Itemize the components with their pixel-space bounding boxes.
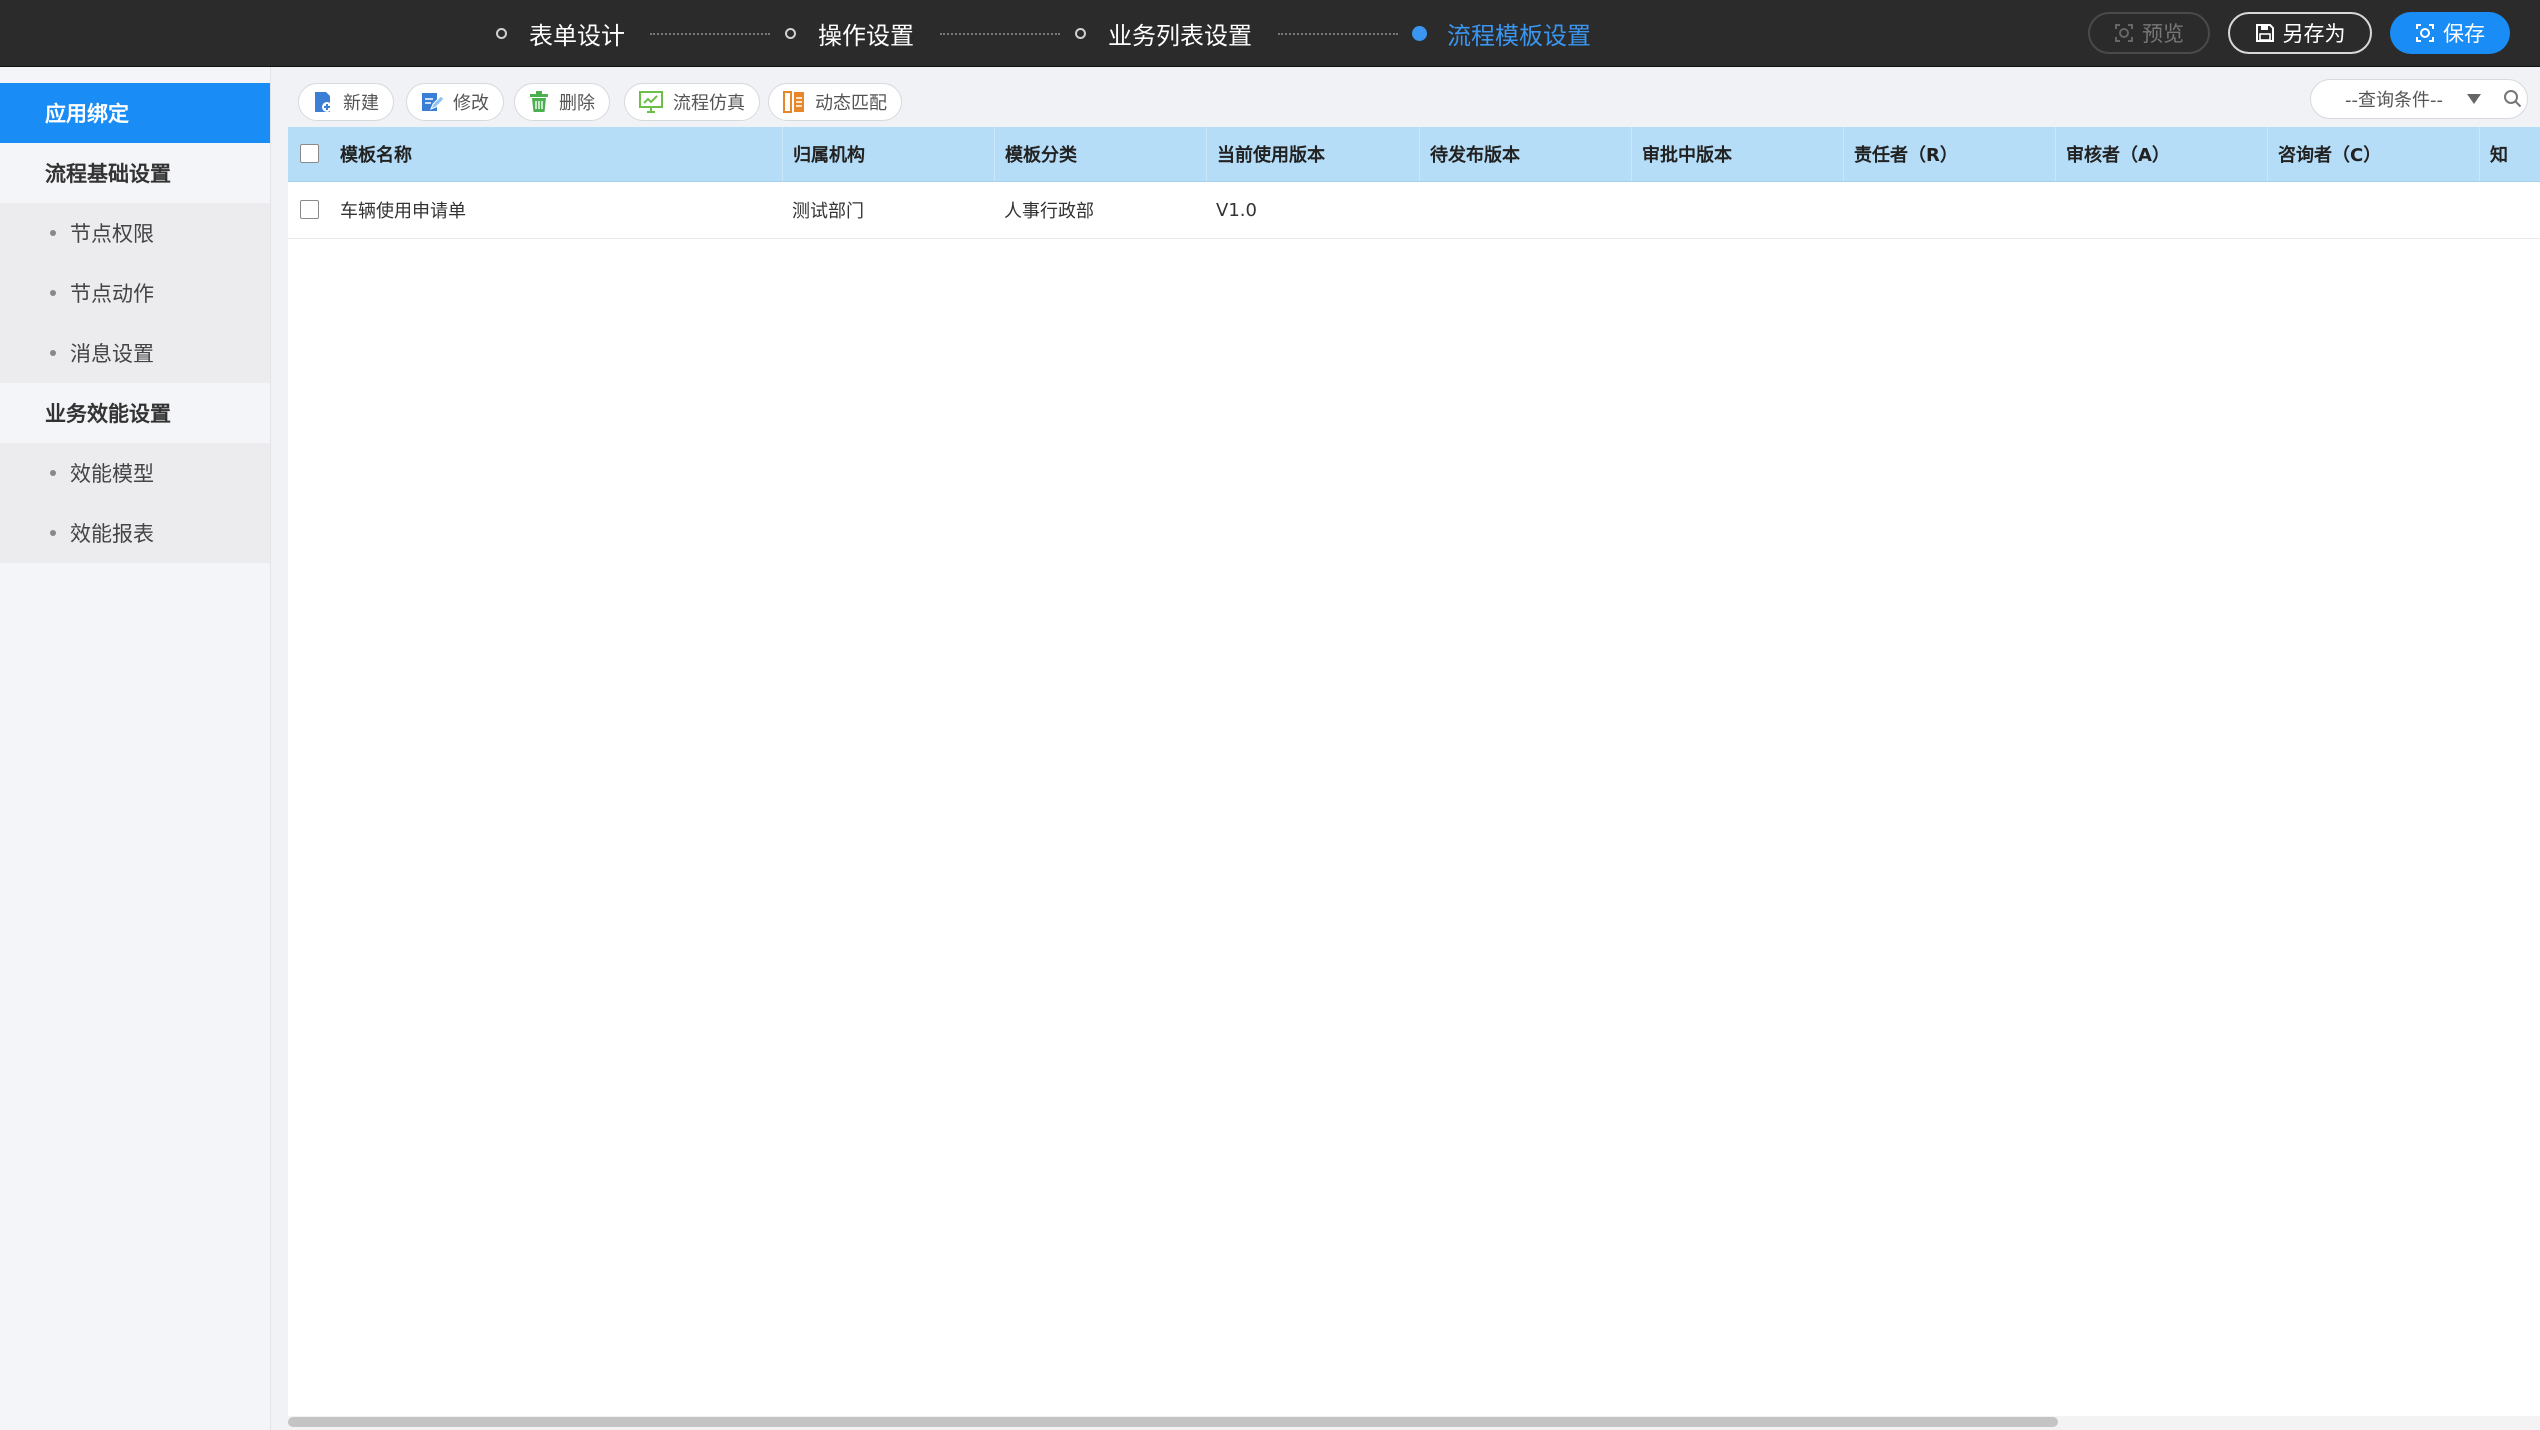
sidebar-item-label: 消息设置 [70,342,154,366]
column-header-pending-version[interactable]: 待发布版本 [1419,127,1631,181]
cell-organization: 测试部门 [792,201,864,222]
new-button[interactable]: 新建 [298,83,394,121]
main-content: 新建 修改 删除 流程仿真 动态匹配 --查询条件-- 模板名称 归属机构 模板… [288,67,2540,1430]
step-business-list-settings[interactable]: 业务列表设置 [1075,0,1252,66]
sidebar-group-business-efficiency: 业务效能设置 效能模型 效能报表 [0,383,270,563]
template-table: 模板名称 归属机构 模板分类 当前使用版本 待发布版本 审批中版本 责任者（R）… [288,127,2540,239]
sidebar-item-message-settings[interactable]: 消息设置 [0,323,270,383]
column-header-responsible[interactable]: 责任者（R） [1843,127,2055,181]
edit-icon [422,93,443,111]
sidebar-group-title[interactable]: 业务效能设置 [0,383,270,443]
query-placeholder: --查询条件-- [2345,90,2443,111]
sidebar-item-node-actions[interactable]: 节点动作 [0,263,270,323]
bullet-icon [50,350,56,356]
dynamic-match-button[interactable]: 动态匹配 [768,83,902,121]
step-label: 流程模板设置 [1447,21,1591,50]
caret-down-icon[interactable] [2467,94,2481,104]
cell-responsible [1843,182,2055,238]
save-as-button[interactable]: 另存为 [2228,12,2372,54]
bullet-icon [50,470,56,476]
horizontal-scrollbar-thumb[interactable] [288,1417,2058,1427]
cell-category: 人事行政部 [1004,201,1094,222]
sidebar-group-title-label: 业务效能设置 [45,402,171,426]
column-header-current-version[interactable]: 当前使用版本 [1206,127,1419,181]
sidebar-item-label: 节点动作 [70,282,154,306]
sidebar-group-process-basic: 流程基础设置 节点权限 节点动作 消息设置 [0,143,270,383]
preview-label: 预览 [2142,22,2184,46]
edit-button[interactable]: 修改 [406,83,504,121]
column-header-template-name[interactable]: 模板名称 [330,127,782,181]
sidebar-item-label: 效能模型 [70,462,154,486]
column-header-approving-version[interactable]: 审批中版本 [1631,127,1843,181]
sidebar-item-node-permissions[interactable]: 节点权限 [0,203,270,263]
delete-label: 删除 [559,93,595,114]
column-header-consulted[interactable]: 咨询者（C） [2267,127,2479,181]
sidebar-group-title[interactable]: 流程基础设置 [0,143,270,203]
step-connector [1278,33,1398,35]
cell-approving-version [1631,182,1843,238]
step-form-design[interactable]: 表单设计 [496,0,625,66]
cell-approver [2055,182,2267,238]
process-simulation-button[interactable]: 流程仿真 [624,83,760,121]
cell-consulted [2267,182,2479,238]
save-label: 保存 [2443,22,2485,46]
new-file-icon [315,92,332,112]
preview-icon [2115,24,2133,42]
sidebar-group-title-label: 流程基础设置 [45,162,171,186]
delete-button[interactable]: 删除 [514,83,610,121]
sidebar-item-efficiency-model[interactable]: 效能模型 [0,443,270,503]
search-icon[interactable] [2503,89,2523,109]
new-label: 新建 [343,93,379,114]
cell-current-version: V1.0 [1216,199,1257,221]
column-header-informed[interactable]: 知 [2479,127,2540,181]
sidebar-item-efficiency-report[interactable]: 效能报表 [0,503,270,563]
select-all-checkbox[interactable] [300,144,319,163]
sidebar-item-label: 应用绑定 [45,102,129,126]
step-label: 业务列表设置 [1108,21,1252,50]
column-header-approver[interactable]: 审核者（A） [2055,127,2267,181]
sidebar-item-label: 效能报表 [70,522,154,546]
toolbar: 新建 修改 删除 流程仿真 动态匹配 --查询条件-- [288,67,2540,127]
row-checkbox[interactable] [300,200,319,219]
edit-label: 修改 [453,93,489,114]
save-as-label: 另存为 [2282,22,2346,46]
step-circle-icon [1075,27,1086,39]
table-row[interactable]: 车辆使用申请单 测试部门 人事行政部 V1.0 [288,182,2540,239]
query-conditions-select[interactable]: --查询条件-- [2310,79,2528,119]
sidebar-item-label: 节点权限 [70,222,154,246]
table-header-row: 模板名称 归属机构 模板分类 当前使用版本 待发布版本 审批中版本 责任者（R）… [288,127,2540,182]
sidebar-item-app-binding[interactable]: 应用绑定 [0,83,270,143]
save-button[interactable]: 保存 [2390,12,2510,54]
dynamic-match-label: 动态匹配 [815,93,887,114]
cell-template-name: 车辆使用申请单 [340,201,466,222]
top-bar: 表单设计 操作设置 业务列表设置 流程模板设置 预览 另存为 保存 [0,0,2540,67]
monitor-icon [639,91,663,113]
step-label: 表单设计 [529,21,625,50]
bullet-icon [50,230,56,236]
dynamic-match-icon [783,91,804,113]
step-connector [940,33,1060,35]
step-process-template-settings[interactable]: 流程模板设置 [1412,0,1591,66]
cell-pending-version [1419,182,1631,238]
step-current-icon [1412,25,1427,41]
preview-button[interactable]: 预览 [2088,12,2210,54]
step-label: 操作设置 [818,21,914,50]
bullet-icon [50,530,56,536]
floppy-disk-icon [2255,24,2274,42]
column-header-category[interactable]: 模板分类 [994,127,1206,181]
sidebar: 应用绑定 流程基础设置 节点权限 节点动作 消息设置 业务效能设置 效能模型 效… [0,67,271,1430]
step-operation-settings[interactable]: 操作设置 [785,0,914,66]
process-simulation-label: 流程仿真 [673,93,745,114]
step-connector [650,33,770,35]
bullet-icon [50,290,56,296]
trash-icon [530,91,548,112]
column-header-organization[interactable]: 归属机构 [782,127,994,181]
save-icon [2416,24,2434,42]
step-circle-icon [785,27,796,39]
step-circle-icon [496,27,507,39]
